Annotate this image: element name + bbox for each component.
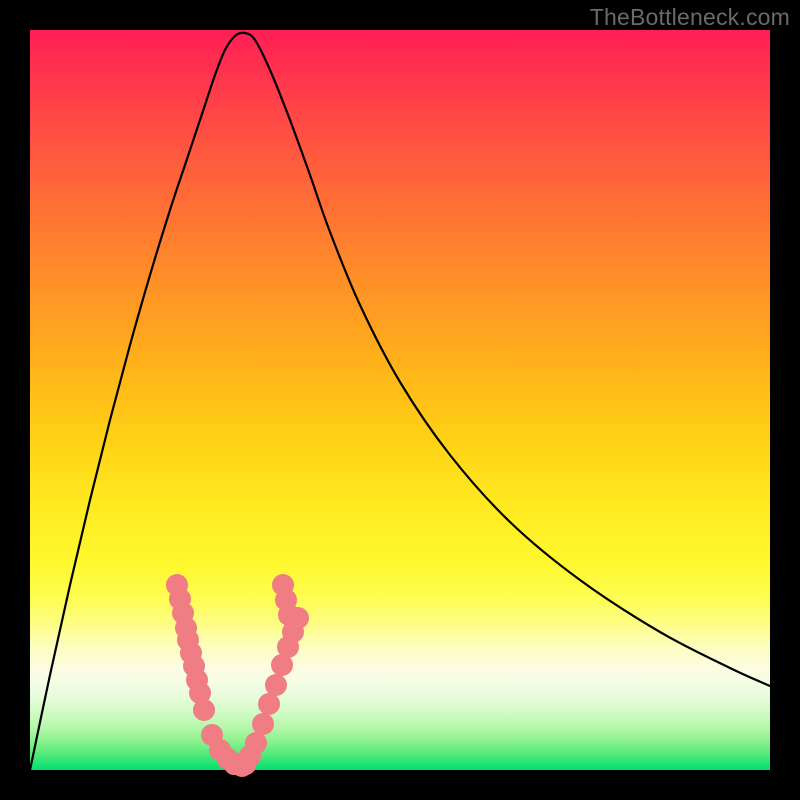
data-point (278, 604, 300, 626)
marker-layer (166, 574, 309, 777)
data-point (258, 693, 280, 715)
data-point (265, 674, 287, 696)
data-point (193, 699, 215, 721)
watermark-text: TheBottleneck.com (590, 4, 790, 31)
data-point (252, 713, 274, 735)
data-point (236, 755, 256, 775)
chart-frame: TheBottleneck.com (0, 0, 800, 800)
data-point (245, 732, 267, 754)
bottleneck-curve (30, 33, 770, 770)
chart-svg (30, 30, 770, 770)
plot-area (30, 30, 770, 770)
